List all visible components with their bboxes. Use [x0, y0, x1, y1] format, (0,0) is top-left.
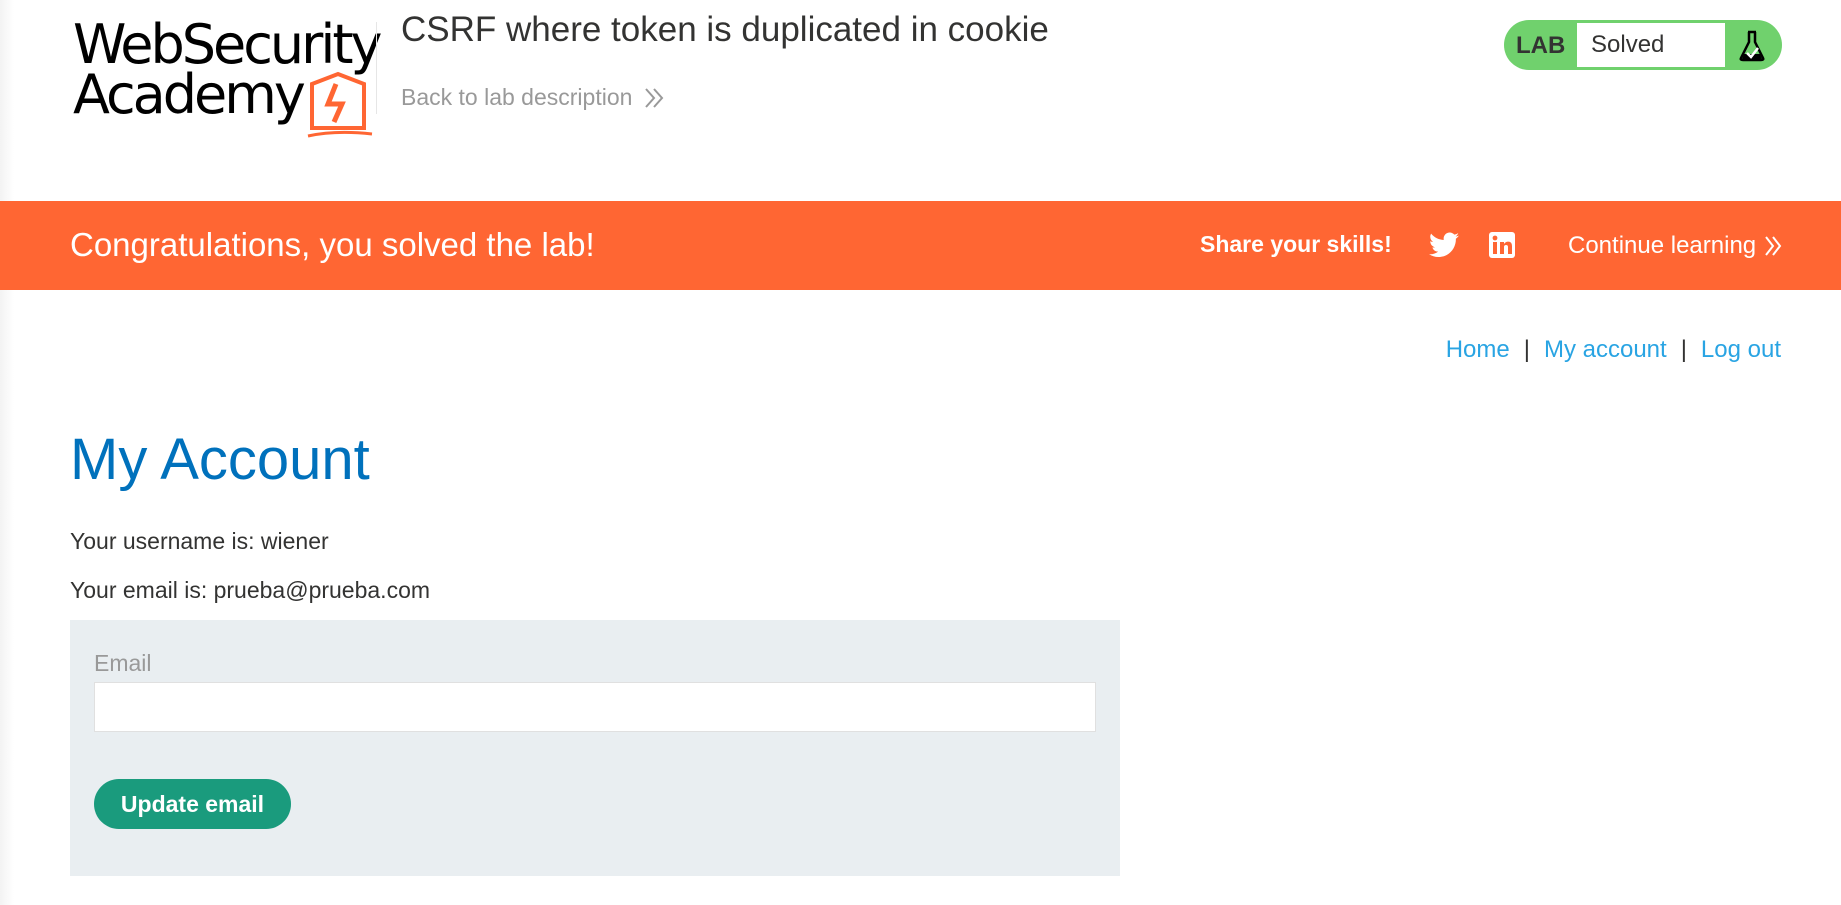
nav-my-account-link[interactable]: My account: [1544, 336, 1667, 363]
nav-log-out-link[interactable]: Log out: [1701, 336, 1781, 363]
email-label: Email: [94, 650, 152, 676]
continue-learning-link[interactable]: Continue learning: [1568, 232, 1782, 260]
update-email-button[interactable]: Update email: [94, 779, 291, 829]
double-chevron-right-icon: [645, 87, 664, 108]
email-text: Your email is: prueba@prueba.com: [70, 577, 431, 603]
page-title: My Account: [70, 427, 370, 492]
double-chevron-right-icon: [1765, 236, 1782, 256]
nav-separator: |: [1523, 336, 1530, 363]
top-nav: Home | My account | Log out: [1446, 336, 1781, 364]
change-email-form: Email Update email: [70, 620, 1120, 876]
logo-line2: Academy: [73, 63, 306, 126]
linkedin-icon[interactable]: [1488, 231, 1516, 259]
lab-status-label: LAB: [1516, 32, 1566, 59]
lab-status-widget: LAB Solved: [1504, 20, 1782, 70]
solved-banner: Congratulations, you solved the lab! Sha…: [0, 201, 1841, 290]
back-link-label: Back to lab description: [401, 84, 633, 110]
header-divider: [376, 22, 377, 114]
lab-status-value: Solved: [1577, 23, 1725, 67]
congrats-message: Congratulations, you solved the lab!: [70, 226, 595, 263]
lab-title: CSRF where token is duplicated in cookie: [401, 10, 1049, 49]
share-label: Share your skills!: [1200, 231, 1392, 257]
header: WebSecurity Academy CSRF where token is …: [0, 0, 1841, 200]
nav-separator: |: [1680, 336, 1687, 363]
email-input[interactable]: [94, 682, 1096, 732]
academy-logo[interactable]: WebSecurity Academy: [70, 18, 382, 138]
back-to-lab-description-link[interactable]: Back to lab description: [401, 84, 664, 111]
twitter-icon[interactable]: [1429, 231, 1459, 259]
flask-icon: [1739, 30, 1765, 62]
logo-bolt-icon: [307, 71, 373, 138]
nav-home-link[interactable]: Home: [1446, 336, 1510, 363]
username-text: Your username is: wiener: [70, 528, 329, 554]
continue-learning-label: Continue learning: [1568, 232, 1757, 259]
